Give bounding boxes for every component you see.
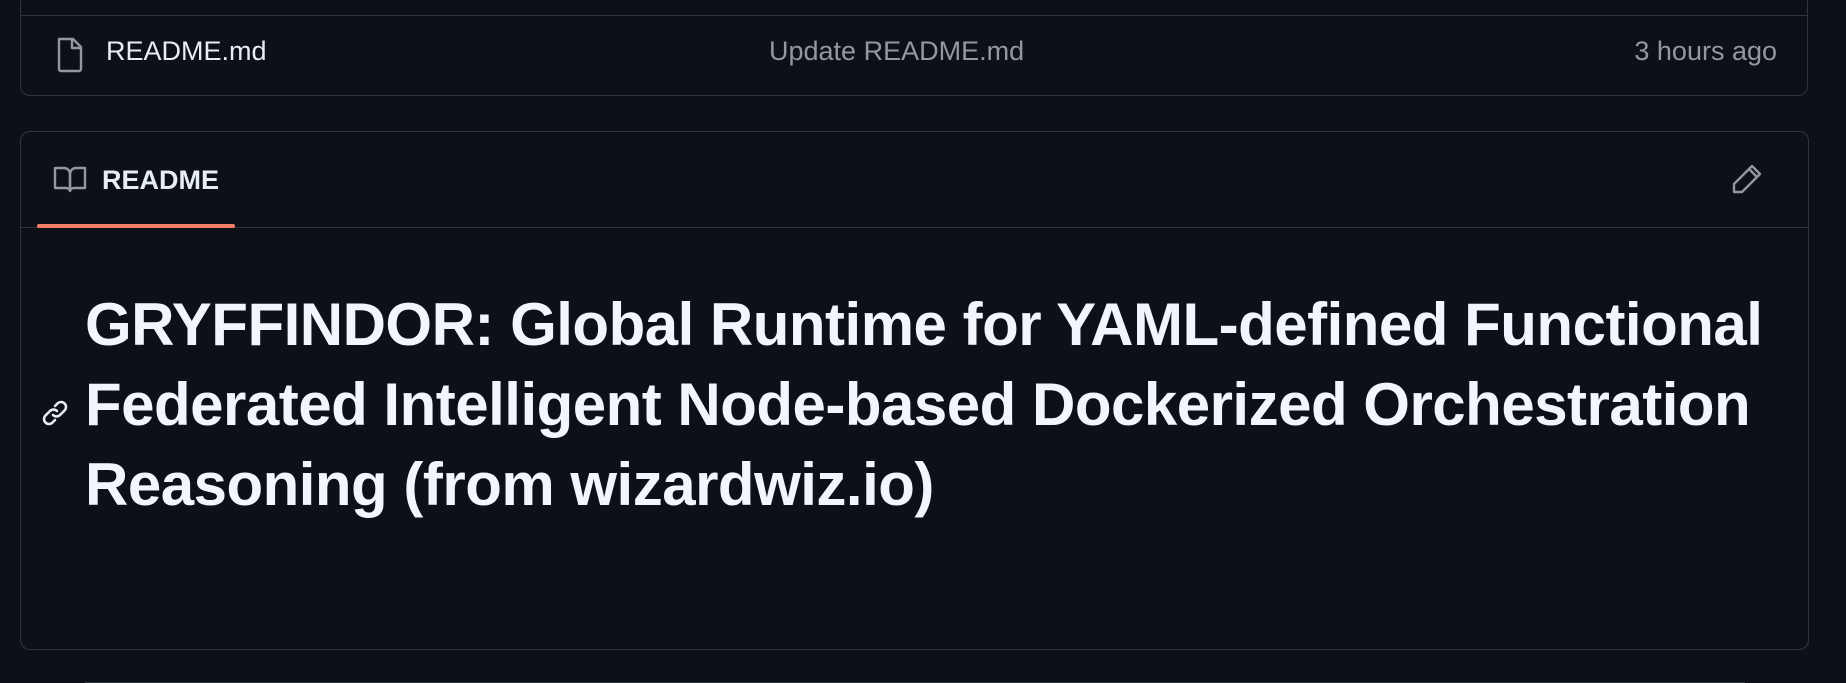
tab-readme-label: README <box>102 165 220 195</box>
readme-header: README <box>21 132 1808 228</box>
tab-readme[interactable]: README <box>37 132 235 228</box>
commit-message-link[interactable]: Update README.md <box>769 36 1024 67</box>
link-icon[interactable] <box>39 397 71 429</box>
readme-content: GRYFFINDOR: Global Runtime for YAML-defi… <box>21 228 1808 683</box>
readme-panel: README GRYFFINDOR: Global Runtime for YA… <box>20 131 1809 683</box>
file-icon <box>57 37 83 73</box>
commit-time: 3 hours ago <box>1634 36 1777 66</box>
pencil-icon[interactable] <box>1730 162 1764 196</box>
file-row[interactable]: README.md Update README.md 3 hours ago <box>21 16 1807 95</box>
file-list: README.md Update README.md 3 hours ago <box>20 0 1808 96</box>
file-name-link[interactable]: README.md <box>106 36 267 67</box>
book-icon <box>53 166 87 193</box>
readme-heading: GRYFFINDOR: Global Runtime for YAML-defi… <box>85 291 1763 518</box>
